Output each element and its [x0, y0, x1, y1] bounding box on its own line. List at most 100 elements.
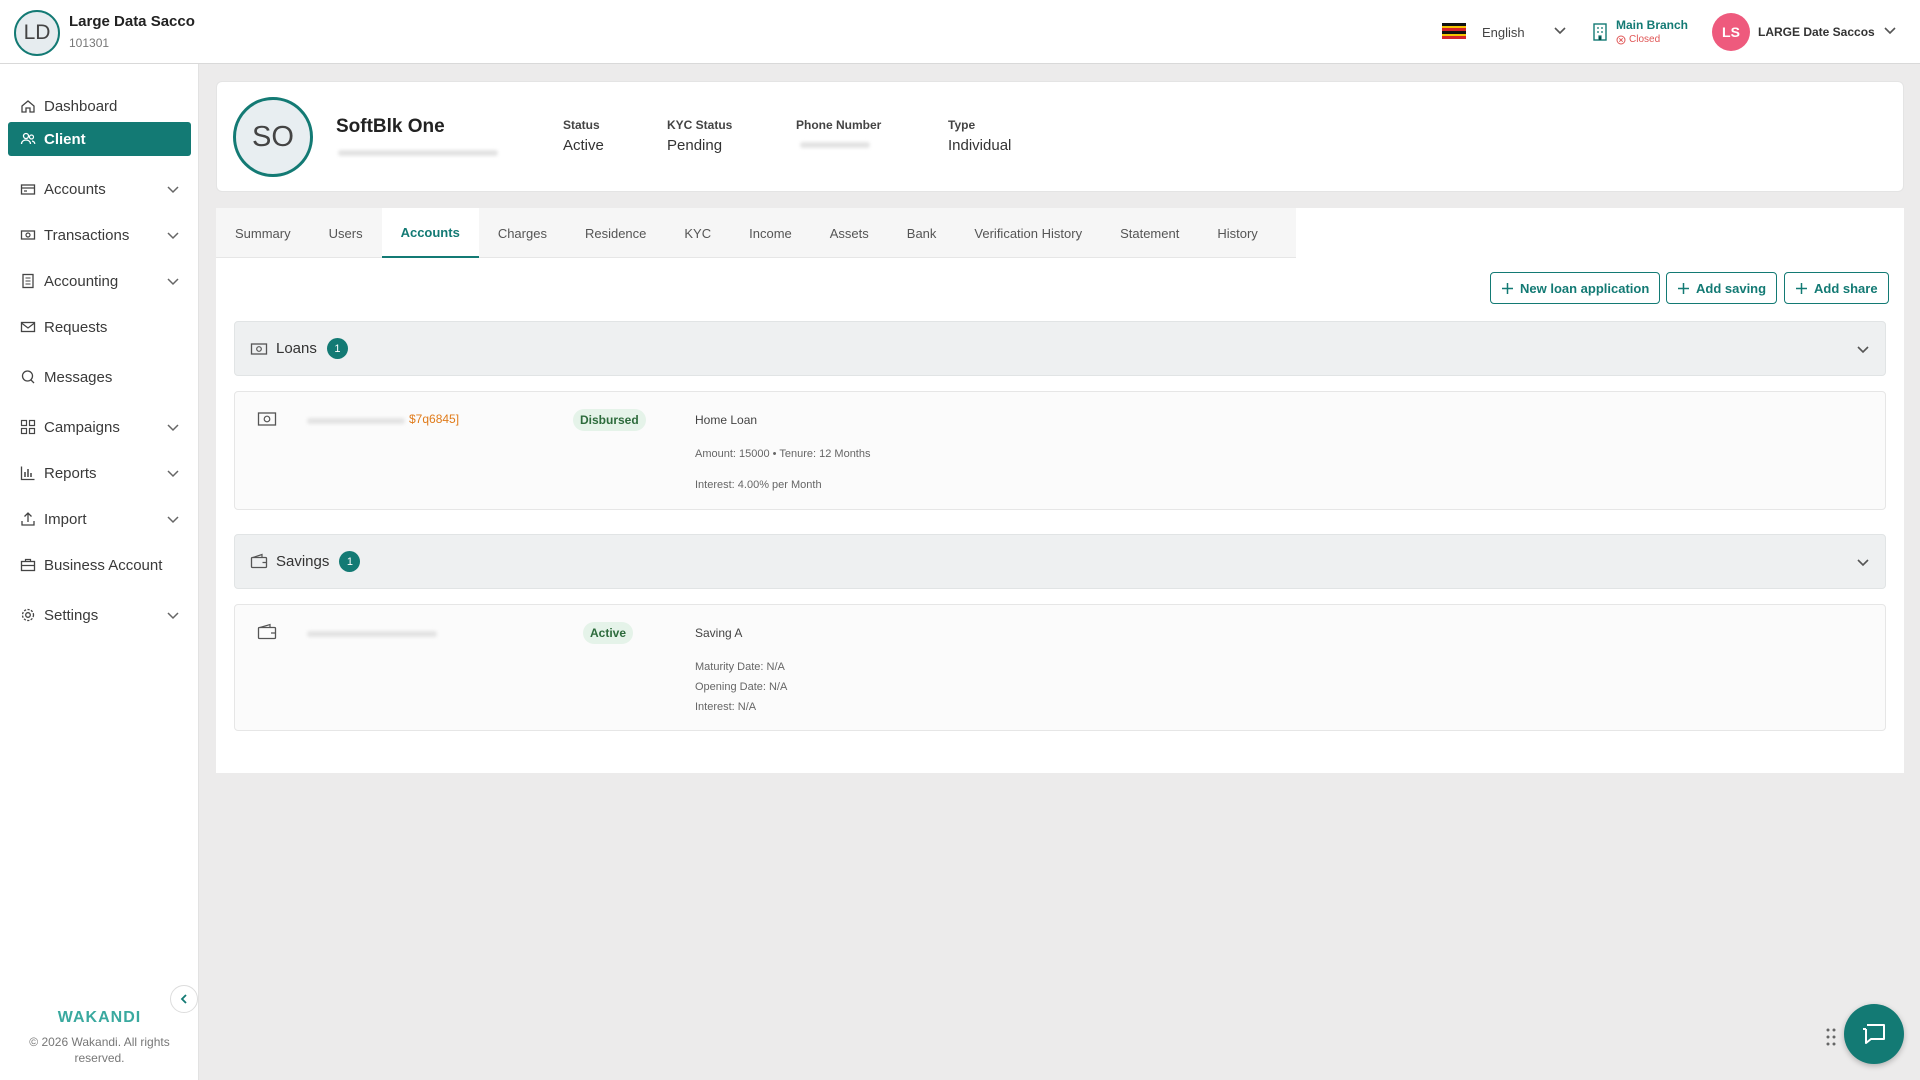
client-avatar: SO — [233, 97, 313, 177]
loan-interest: Interest: 4.00% per Month — [695, 479, 822, 491]
sidebar-item-label: Requests — [44, 318, 108, 336]
chat-button[interactable] — [1844, 1004, 1904, 1064]
plus-icon — [1502, 282, 1513, 294]
client-header-card: SO SoftBlk One Status Active KYC Status … — [216, 81, 1904, 192]
loans-title: Loans — [276, 340, 317, 357]
client-tabs: Summary Users Accounts Charges Residence… — [216, 208, 1296, 258]
loans-section-header[interactable]: Loans 1 — [234, 321, 1886, 376]
tab-kyc[interactable]: KYC — [665, 208, 730, 258]
uganda-flag-icon — [1442, 23, 1466, 40]
sidebar-item-label: Import — [44, 510, 87, 528]
users-icon — [19, 130, 37, 148]
saving-account-row[interactable]: Active Saving A Maturity Date: N/A Openi… — [234, 604, 1886, 731]
chevron-down-icon — [167, 612, 179, 620]
wallet-icon — [250, 553, 268, 568]
sidebar-item-accounting[interactable]: Accounting — [8, 264, 191, 298]
tab-users[interactable]: Users — [310, 208, 382, 258]
gear-icon — [19, 606, 37, 624]
tab-statement[interactable]: Statement — [1101, 208, 1198, 258]
sidebar: Dashboard Client Accounts Transactions A… — [0, 64, 199, 1080]
tab-verification-history[interactable]: Verification History — [955, 208, 1101, 258]
accounts-panel: Summary Users Accounts Charges Residence… — [216, 208, 1904, 773]
sidebar-item-settings[interactable]: Settings — [8, 598, 191, 632]
savings-section-header[interactable]: Savings 1 — [234, 534, 1886, 589]
branch-name[interactable]: Main Branch — [1616, 18, 1688, 32]
sidebar-item-dashboard[interactable]: Dashboard — [8, 89, 191, 123]
sidebar-item-import[interactable]: Import — [8, 502, 191, 536]
sidebar-item-accounts[interactable]: Accounts — [8, 172, 191, 206]
tab-history[interactable]: History — [1198, 208, 1276, 258]
sidebar-item-requests[interactable]: Requests — [8, 310, 191, 344]
savings-title: Savings — [276, 553, 330, 570]
client-name: SoftBlk One — [336, 116, 445, 137]
type-label: Type — [948, 118, 976, 132]
sidebar-item-label: Campaigns — [44, 418, 120, 436]
new-loan-application-button[interactable]: New loan application — [1490, 272, 1661, 304]
tab-residence[interactable]: Residence — [566, 208, 665, 258]
chevron-down-icon[interactable] — [1882, 22, 1898, 38]
tab-summary[interactable]: Summary — [216, 208, 310, 258]
savings-count-badge: 1 — [339, 551, 361, 572]
phone-number-redacted — [800, 142, 870, 148]
chevron-left-icon — [180, 994, 187, 1004]
kyc-status-label: KYC Status — [667, 118, 733, 132]
add-saving-button[interactable]: Add saving — [1666, 272, 1778, 304]
saving-maturity-date: Maturity Date: N/A — [695, 661, 785, 673]
chevron-down-icon[interactable] — [1552, 22, 1568, 38]
wakandi-logo: WAKANDI — [57, 1009, 142, 1026]
tab-assets[interactable]: Assets — [811, 208, 888, 258]
closed-icon — [1616, 35, 1626, 44]
chevron-down-icon — [167, 232, 179, 240]
home-icon — [19, 97, 37, 115]
chevron-down-icon — [167, 470, 179, 478]
plus-icon — [1796, 282, 1807, 294]
saving-opening-date: Opening Date: N/A — [695, 681, 788, 693]
wallet-icon — [257, 623, 277, 640]
add-share-button[interactable]: Add share — [1784, 272, 1889, 304]
cash-icon — [257, 412, 277, 426]
bar-chart-icon — [19, 464, 37, 482]
loan-account-row[interactable]: $7q6845] Disbursed Home Loan Amount: 150… — [234, 391, 1886, 510]
plus-icon — [1678, 282, 1689, 294]
branch-status: Closed — [1616, 34, 1660, 45]
sidebar-item-client[interactable]: Client — [8, 122, 191, 156]
sidebar-item-transactions[interactable]: Transactions — [8, 218, 191, 252]
tab-bank[interactable]: Bank — [888, 208, 956, 258]
status-label: Status — [563, 118, 600, 132]
loan-account-number-redacted — [307, 418, 405, 424]
sidebar-item-business-account[interactable]: Business Account — [8, 548, 191, 582]
status-value: Active — [563, 137, 604, 154]
drag-handle-icon[interactable] — [1825, 1027, 1837, 1047]
branch-status-text: Closed — [1629, 34, 1661, 45]
language-selector[interactable]: English — [1482, 25, 1525, 40]
ledger-icon — [19, 272, 37, 290]
user-avatar[interactable]: LS — [1712, 13, 1750, 51]
sidebar-item-reports[interactable]: Reports — [8, 456, 191, 490]
chevron-down-icon — [167, 278, 179, 286]
tab-charges[interactable]: Charges — [479, 208, 566, 258]
tab-accounts[interactable]: Accounts — [381, 208, 479, 258]
chevron-down-icon — [167, 516, 179, 524]
sidebar-item-label: Settings — [44, 606, 99, 624]
chat-icon — [19, 368, 37, 386]
org-name[interactable]: Large Data Sacco — [69, 13, 195, 30]
copyright-text: © 2026 Wakandi. All rights reserved. — [29, 1035, 170, 1065]
loan-account-reference: $7q6845] — [409, 412, 460, 426]
tab-income[interactable]: Income — [730, 208, 811, 258]
org-avatar[interactable]: LD — [14, 10, 60, 56]
user-name[interactable]: LARGE Date Saccos — [1758, 25, 1875, 39]
loan-amount-tenure: Amount: 15000 • Tenure: 12 Months — [695, 448, 871, 460]
chevron-down-icon[interactable] — [1855, 341, 1871, 357]
sidebar-item-messages[interactable]: Messages — [8, 360, 191, 394]
saving-status-badge: Active — [583, 622, 634, 644]
sidebar-item-label: Accounts — [44, 180, 106, 198]
chevron-down-icon[interactable] — [1855, 554, 1871, 570]
sidebar-item-label: Client — [44, 130, 86, 148]
sidebar-item-campaigns[interactable]: Campaigns — [8, 410, 191, 444]
button-label: New loan application — [1520, 280, 1650, 296]
loan-product-name: Home Loan — [695, 413, 758, 427]
chat-bubble-icon — [1863, 1024, 1885, 1044]
sidebar-item-label: Transactions — [44, 226, 130, 244]
sidebar-item-label: Dashboard — [44, 97, 118, 115]
sidebar-item-label: Accounting — [44, 272, 119, 290]
